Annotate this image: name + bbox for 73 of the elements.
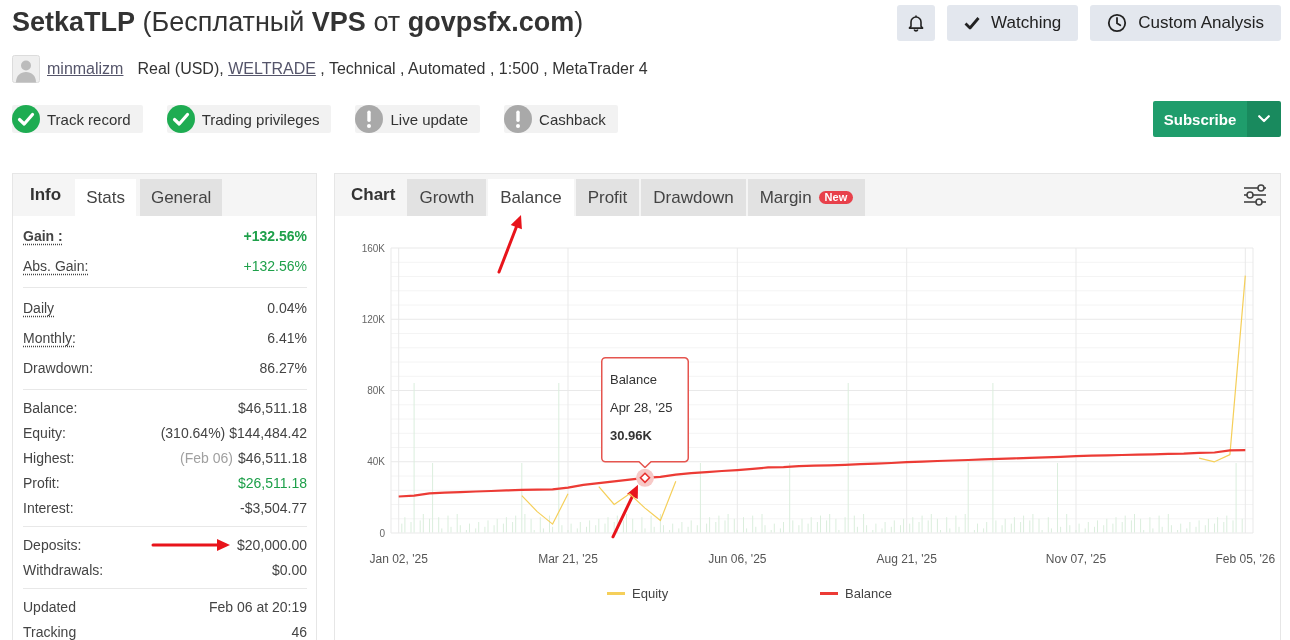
chart-tab[interactable]: Profit bbox=[575, 179, 640, 216]
badge-label: Cashback bbox=[539, 110, 606, 128]
stat-value: Feb 06 at 20:19 bbox=[208, 598, 307, 615]
panel-tab[interactable]: Stats bbox=[75, 179, 136, 216]
stat-label: Balance: bbox=[23, 399, 78, 416]
watch-button[interactable]: Watching bbox=[947, 5, 1079, 41]
y-axis-label: 0 bbox=[379, 527, 385, 539]
dropdown-button[interactable] bbox=[1247, 101, 1281, 137]
panel-tab[interactable]: General bbox=[139, 179, 223, 216]
new-badge: New bbox=[818, 191, 854, 204]
panel-heading: Info bbox=[29, 185, 63, 205]
x-axis-label: Feb 05, '26 bbox=[1215, 552, 1276, 566]
y-axis-label: 40K bbox=[367, 456, 385, 468]
stat-label: Drawdown: bbox=[23, 360, 94, 376]
stat-label: Highest: bbox=[23, 449, 75, 466]
stat-value: 86.27% bbox=[259, 360, 307, 376]
chart-tab[interactable]: Growth bbox=[407, 179, 487, 216]
page-title: SetkaTLP (Бесплатный VPS от govpsfx.com) bbox=[12, 6, 584, 39]
sliders-icon[interactable] bbox=[1243, 184, 1267, 206]
author-link[interactable]: minmalizm bbox=[47, 60, 124, 78]
stat-value: 6.41% bbox=[267, 330, 307, 346]
stat-label: Deposits: bbox=[23, 536, 82, 553]
tooltip-series: Balance bbox=[609, 370, 658, 389]
stat-label: Daily bbox=[23, 300, 55, 316]
date-note: (Feb 06) bbox=[180, 449, 233, 466]
avatar-icon bbox=[12, 55, 40, 83]
badge-label: Track record bbox=[47, 110, 131, 128]
stat-value: $46,511.18 bbox=[237, 449, 307, 466]
stat-label: Withdrawals: bbox=[23, 561, 104, 578]
stat-value: -$3,504.77 bbox=[240, 499, 307, 516]
x-axis-label: Nov 07, '25 bbox=[1045, 552, 1107, 566]
chart-heading: Chart bbox=[350, 185, 397, 205]
stat-value: +132.56% bbox=[243, 258, 307, 274]
bell-icon bbox=[908, 14, 925, 32]
x-axis-label: Aug 21, '25 bbox=[876, 552, 937, 566]
chart-tab[interactable]: Balance bbox=[488, 179, 574, 216]
stat-label: Equity: bbox=[23, 424, 66, 441]
legend-item[interactable]: Balance bbox=[820, 586, 892, 601]
notification-button[interactable] bbox=[897, 5, 936, 41]
stat-value: 0.04% bbox=[267, 300, 307, 316]
y-axis-label: 80K bbox=[367, 385, 385, 396]
x-axis-label: Jun 06, '25 bbox=[708, 552, 767, 566]
y-axis-label: 160K bbox=[361, 242, 385, 254]
stat-label: Monthly: bbox=[23, 330, 76, 346]
stat-label: Tracking bbox=[23, 623, 77, 640]
stat-label: Updated bbox=[23, 598, 76, 615]
stat-value: $46,511.18 bbox=[237, 399, 307, 416]
broker-link[interactable]: WELTRADE bbox=[228, 60, 316, 77]
stat-value: (310.64%) $144,484.42 bbox=[160, 424, 307, 441]
y-axis-label: 120K bbox=[361, 313, 385, 325]
chart-tab[interactable]: Drawdown bbox=[641, 179, 746, 216]
x-axis-label: Mar 21, '25 bbox=[538, 552, 598, 566]
badge-label: Trading privileges bbox=[201, 110, 320, 128]
clock-icon bbox=[1107, 13, 1128, 33]
x-axis-label: Jan 02, '25 bbox=[369, 552, 428, 566]
stat-label: Gain : bbox=[23, 228, 63, 244]
chevron-down-icon bbox=[1258, 115, 1270, 123]
stat-value: 46 bbox=[291, 623, 307, 640]
check-icon bbox=[964, 16, 981, 30]
stat-label: Interest: bbox=[23, 499, 74, 516]
tooltip-value: 30.96K bbox=[609, 426, 653, 445]
stat-value: $20,000.00 bbox=[236, 536, 307, 553]
stat-label: Abs. Gain: bbox=[23, 258, 89, 274]
stat-value: +132.56% bbox=[243, 228, 307, 244]
badge-label: Live update bbox=[390, 110, 469, 128]
stat-value: $26,511.18 bbox=[237, 474, 307, 491]
chart-tab[interactable]: Margin New bbox=[747, 179, 866, 216]
account-details: Real (USD), WELTRADE , Technical , Automated , 1:500 , MetaTrader 4 bbox=[137, 60, 648, 78]
analysis-button[interactable]: Custom Analysis bbox=[1090, 5, 1281, 41]
stat-value: $0.00 bbox=[271, 561, 307, 578]
legend-item[interactable]: Equity bbox=[607, 586, 669, 601]
stat-label: Profit: bbox=[23, 474, 60, 491]
tooltip-date: Apr 28, '25 bbox=[609, 398, 674, 417]
